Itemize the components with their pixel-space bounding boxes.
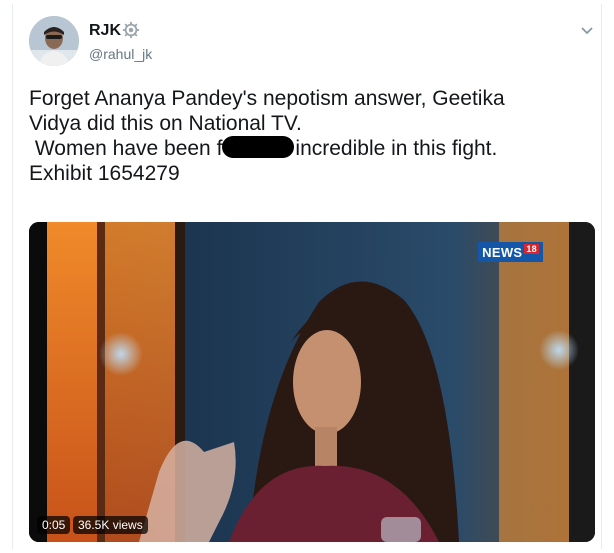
avatar-photo [29, 16, 79, 66]
avatar[interactable] [29, 16, 79, 66]
video-frame [29, 222, 595, 542]
tweet-line-3-end: incredible in this fight. [295, 137, 498, 160]
video-view-count: 36.5K views [73, 516, 148, 534]
tweet-line-4: Exhibit 1654279 [29, 162, 180, 185]
channel-logo-text: NEWS [482, 245, 523, 260]
display-name[interactable]: RJK [89, 22, 121, 40]
channel-logo: NEWS 18 [478, 242, 543, 262]
user-handle[interactable]: @rahul_jk [89, 46, 152, 62]
channel-number: 18 [524, 244, 539, 254]
tweet-card: RJK @rahul_jk Forget Ananya Pandey's nep… [12, 4, 602, 549]
tweet-line-3-start: Women have been f [29, 137, 223, 160]
tweet-line-2: Vidya did this on National TV. [29, 112, 302, 135]
tweet-line-1: Forget Ananya Pandey's nepotism answer, … [29, 87, 505, 110]
video-elapsed-time: 0:05 [37, 516, 71, 534]
gear-icon [122, 21, 140, 39]
tweet-text: Forget Ananya Pandey's nepotism answer, … [29, 86, 589, 186]
video-player[interactable]: NEWS 18 0:05 36.5K views [29, 222, 595, 542]
redaction-blot [222, 136, 295, 158]
tweet-line-3: Women have been f incredible in this figh… [29, 136, 589, 161]
chevron-down-icon[interactable] [579, 22, 595, 38]
